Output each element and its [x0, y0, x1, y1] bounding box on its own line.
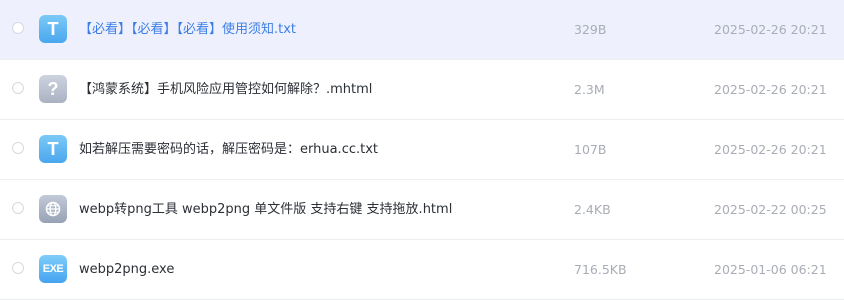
globe-icon	[45, 201, 61, 217]
file-name[interactable]: 【必看】【必看】【必看】使用须知.txt	[79, 0, 296, 59]
select-checkbox[interactable]	[12, 262, 24, 274]
select-checkbox[interactable]	[12, 142, 24, 154]
txt-file-icon: T	[39, 135, 67, 163]
select-checkbox[interactable]	[12, 202, 24, 214]
file-name[interactable]: webp2png.exe	[79, 240, 174, 299]
exe-file-icon-glyph: EXE	[42, 263, 64, 275]
file-size: 2.3M	[574, 82, 605, 97]
file-size: 329B	[574, 22, 607, 37]
file-date: 2025-02-22 00:25	[714, 202, 827, 217]
unknown-file-icon: ?	[39, 75, 67, 103]
file-size: 2.4KB	[574, 202, 611, 217]
txt-file-icon-glyph: T	[47, 18, 59, 39]
file-row[interactable]: T 如若解压需要密码的话，解压密码是：erhua.cc.txt 107B 202…	[0, 120, 844, 180]
file-row[interactable]: T 【必看】【必看】【必看】使用须知.txt 329B 2025-02-26 2…	[0, 0, 844, 60]
file-date: 2025-02-26 20:21	[714, 82, 827, 97]
file-size: 716.5KB	[574, 262, 627, 277]
txt-file-icon: T	[39, 15, 67, 43]
file-row[interactable]: EXE webp2png.exe 716.5KB 2025-01-06 06:2…	[0, 240, 844, 300]
file-row[interactable]: webp转png工具 webp2png 单文件版 支持右键 支持拖放.html …	[0, 180, 844, 240]
file-name[interactable]: 如若解压需要密码的话，解压密码是：erhua.cc.txt	[79, 120, 378, 179]
unknown-file-icon-glyph: ?	[47, 78, 59, 99]
file-row[interactable]: ? 【鸿蒙系统】手机风险应用管控如何解除？.mhtml 2.3M 2025-02…	[0, 60, 844, 120]
file-date: 2025-01-06 06:21	[714, 262, 827, 277]
txt-file-icon-glyph: T	[47, 138, 59, 159]
select-checkbox[interactable]	[12, 82, 24, 94]
html-file-icon	[39, 195, 67, 223]
exe-file-icon: EXE	[39, 255, 67, 283]
file-list: T 【必看】【必看】【必看】使用须知.txt 329B 2025-02-26 2…	[0, 0, 844, 300]
select-checkbox[interactable]	[12, 22, 24, 34]
file-name[interactable]: 【鸿蒙系统】手机风险应用管控如何解除？.mhtml	[79, 60, 372, 119]
file-date: 2025-02-26 20:21	[714, 142, 827, 157]
file-name[interactable]: webp转png工具 webp2png 单文件版 支持右键 支持拖放.html	[79, 180, 452, 239]
file-size: 107B	[574, 142, 607, 157]
file-date: 2025-02-26 20:21	[714, 22, 827, 37]
